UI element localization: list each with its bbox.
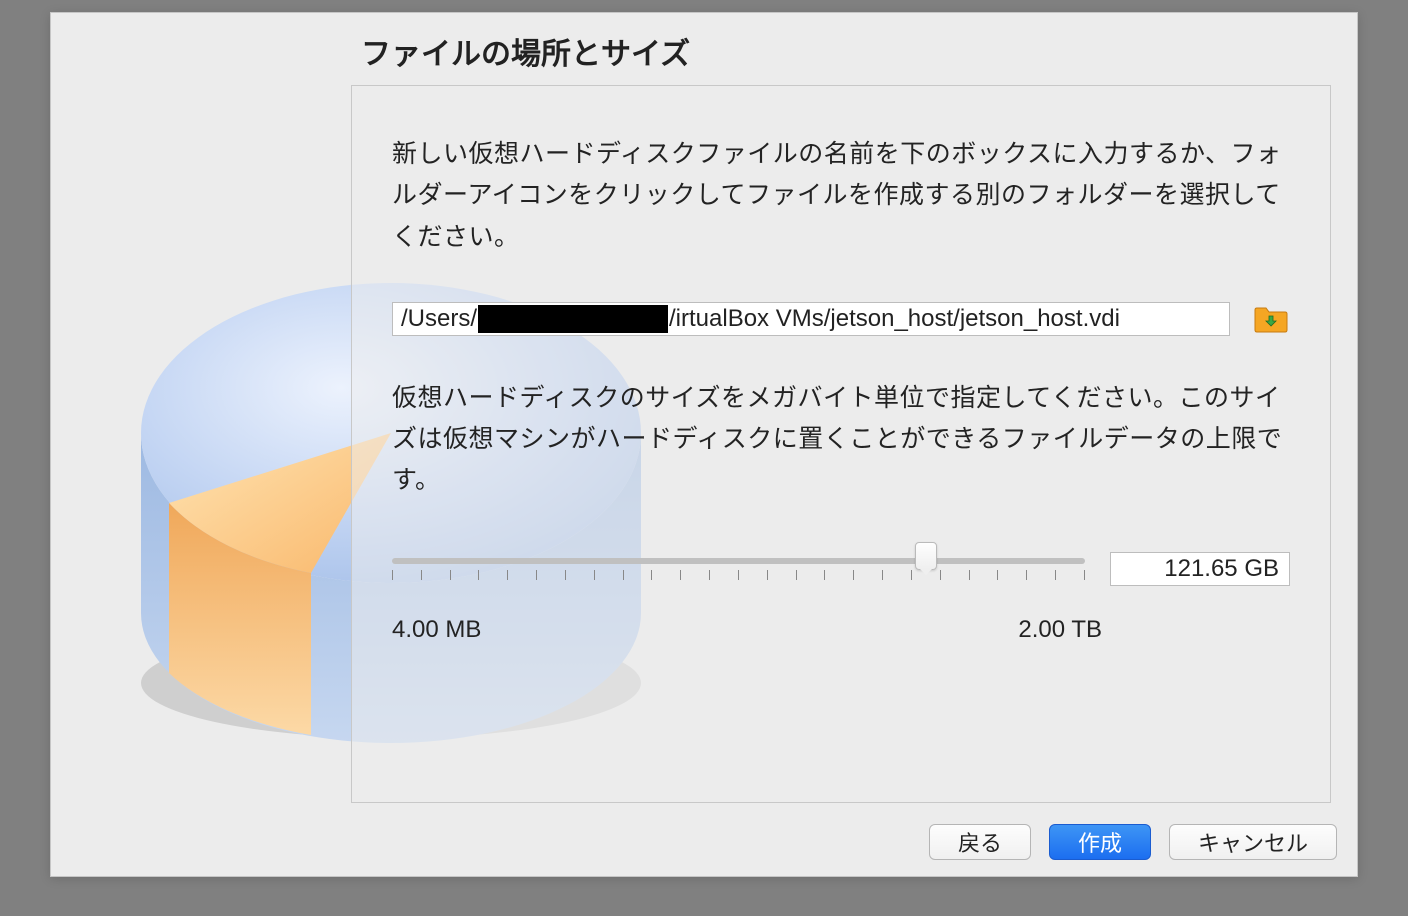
slider-ticks xyxy=(392,570,1085,580)
dialog-title: ファイルの場所とサイズ xyxy=(361,29,690,73)
dialog-buttons: 戻る 作成 キャンセル xyxy=(929,824,1337,860)
slider-max-label: 2.00 TB xyxy=(1018,616,1102,644)
create-vdi-dialog: ファイルの場所とサイズ xyxy=(50,12,1358,877)
slider-track xyxy=(392,558,1085,564)
create-button[interactable]: 作成 xyxy=(1049,824,1151,860)
redacted-path-segment xyxy=(478,305,668,333)
slider-thumb[interactable] xyxy=(915,542,937,570)
size-value-input[interactable]: 121.65 GB xyxy=(1110,552,1290,586)
folder-icon xyxy=(1253,304,1289,334)
path-suffix: /irtualBox VMs/jetson_host/jetson_host.v… xyxy=(669,305,1120,333)
size-instruction: 仮想ハードディスクのサイズをメガバイト単位で指定してください。このサイズは仮想マ… xyxy=(392,378,1290,502)
content-panel: 新しい仮想ハードディスクファイルの名前を下のボックスに入力するか、フォルダーアイ… xyxy=(351,85,1331,803)
slider-min-label: 4.00 MB xyxy=(392,616,481,644)
back-button[interactable]: 戻る xyxy=(929,824,1031,860)
file-location-instruction: 新しい仮想ハードディスクファイルの名前を下のボックスに入力するか、フォルダーアイ… xyxy=(392,134,1290,258)
size-slider[interactable] xyxy=(392,552,1085,564)
size-slider-area: 121.65 GB 4.00 MB 2.00 TB xyxy=(392,552,1290,644)
file-path-input[interactable]: /Users/ /irtualBox VMs/jetson_host/jetson… xyxy=(392,302,1230,336)
path-prefix: /Users/ xyxy=(401,305,477,333)
browse-folder-button[interactable] xyxy=(1252,302,1290,336)
file-path-row: /Users/ /irtualBox VMs/jetson_host/jetson… xyxy=(392,302,1290,336)
cancel-button[interactable]: キャンセル xyxy=(1169,824,1337,860)
slider-range-labels: 4.00 MB 2.00 TB xyxy=(392,616,1102,644)
